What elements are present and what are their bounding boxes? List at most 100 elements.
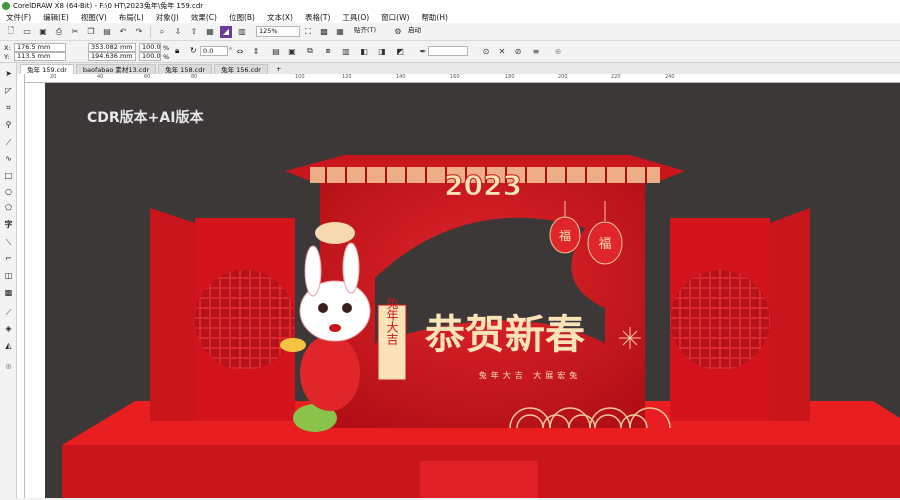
headline-text: 恭贺新春: [424, 312, 585, 358]
combine-icon[interactable]: ⧈: [322, 45, 334, 57]
parallel-dimension-tool-icon[interactable]: ⟍: [3, 237, 14, 248]
scale-width-field[interactable]: 100.0: [139, 43, 161, 52]
import-icon[interactable]: ⇩: [172, 26, 184, 38]
print-icon[interactable]: ⎙: [53, 26, 65, 38]
weld-icon[interactable]: ▥: [340, 45, 352, 57]
quick-customize-icon[interactable]: ≡: [530, 45, 542, 57]
menu-edit[interactable]: 编辑(E): [37, 12, 75, 23]
save-icon[interactable]: ▣: [37, 26, 49, 38]
ruler-tick: 180: [505, 74, 515, 80]
title-bar: CorelDRAW X8 (64-Bit) - F:\0 HT\2023兔年\兔…: [0, 0, 900, 11]
ruler-tick: 160: [450, 74, 460, 80]
menu-help[interactable]: 帮助(H): [415, 12, 454, 23]
version-label: CDR版本+AI版本: [87, 109, 204, 126]
freehand-tool-icon[interactable]: ⟋: [3, 137, 14, 148]
zoom-level-dropdown[interactable]: 125%: [256, 26, 300, 37]
window-title: CorelDRAW X8 (64-Bit) - F:\0 HT\2023兔年\兔…: [13, 1, 204, 10]
show-rulers-icon[interactable]: ▩: [318, 26, 330, 38]
export-icon[interactable]: ⇧: [188, 26, 200, 38]
pick-tool-icon[interactable]: ➤: [3, 68, 14, 79]
simplify-icon[interactable]: ◩: [394, 45, 406, 57]
lantern-right-char: 福: [598, 237, 611, 252]
drop-shadow-tool-icon[interactable]: ◫: [3, 270, 14, 281]
angle-unit: °: [229, 47, 232, 54]
interactive-fill-tool-icon[interactable]: ◈: [3, 323, 14, 334]
break-apart-icon[interactable]: ✕: [496, 45, 508, 57]
smart-fill-tool-icon[interactable]: ◭: [3, 340, 14, 351]
redo-icon[interactable]: ↷: [133, 26, 145, 38]
menu-file[interactable]: 文件(F): [0, 12, 37, 23]
menu-object[interactable]: 对象(J): [150, 12, 185, 23]
add-icon[interactable]: ⊕: [552, 45, 564, 57]
polygon-tool-icon[interactable]: ⬠: [3, 202, 14, 213]
ungroup-icon[interactable]: ⧉: [304, 45, 316, 57]
eyedropper-tool-icon[interactable]: ⟋: [3, 307, 14, 318]
outline-width-dropdown[interactable]: [428, 46, 468, 56]
undo-icon[interactable]: ↶: [117, 26, 129, 38]
tab-document-baofabao[interactable]: baofabao 素材13.cdr: [75, 64, 157, 74]
rectangle-tool-icon[interactable]: □: [3, 170, 14, 181]
snap-to-dropdown[interactable]: 贴齐(T): [352, 26, 390, 37]
mirror-horizontal-icon[interactable]: ⇔: [234, 45, 246, 57]
menu-bitmaps[interactable]: 位图(B): [223, 12, 261, 23]
application-launcher-icon[interactable]: ◢: [220, 25, 232, 38]
text-tool-icon[interactable]: 字: [3, 219, 14, 230]
tab-document-159[interactable]: 兔年 159.cdr: [20, 64, 74, 74]
connector-tool-icon[interactable]: ⌐: [3, 253, 14, 264]
y-label: Y:: [4, 53, 10, 61]
full-screen-icon[interactable]: ⛶: [302, 26, 314, 38]
mirror-vertical-icon[interactable]: ⇕: [250, 45, 262, 57]
copy-icon[interactable]: ❐: [85, 26, 97, 38]
ruler-tick: 20: [50, 74, 57, 80]
vertical-ruler: [17, 74, 25, 498]
group-icon[interactable]: ▣: [286, 45, 298, 57]
new-document-icon[interactable]: 🗋: [5, 26, 17, 38]
artwork-page[interactable]: 2023 福 福 兔年大吉 恭贺新春 兔年大吉 大展宏兔 CDR版本+AI版本: [45, 83, 900, 498]
welcome-screen-icon[interactable]: ▥: [236, 26, 248, 38]
cut-icon[interactable]: ✂: [69, 26, 81, 38]
y-position-field[interactable]: 113.5 mm: [14, 52, 66, 61]
toolbar-separator: [150, 25, 151, 38]
toolbox: ➤ ◸ ⌗ ⚲ ⟋ ∿ □ ○ ⬠ 字 ⟍ ⌐ ◫ ▩ ⟋ ◈ ◭ ⊕: [0, 63, 17, 498]
horizontal-ruler: 20 40 60 80 100 120 140 160 180 200 220 …: [25, 74, 900, 83]
add-tool-icon[interactable]: ⊕: [3, 361, 14, 372]
align-distribute-icon[interactable]: ▤: [270, 45, 282, 57]
x-position-field[interactable]: 176.5 mm: [14, 43, 66, 52]
tab-document-156[interactable]: 兔年 156.cdr: [214, 64, 268, 74]
menu-view[interactable]: 视图(V): [75, 12, 113, 23]
trim-icon[interactable]: ◧: [358, 45, 370, 57]
open-icon[interactable]: ▭: [21, 26, 33, 38]
right-flag: [770, 208, 810, 421]
menu-layout[interactable]: 布局(L): [113, 12, 150, 23]
create-boundary-icon[interactable]: ⊙: [480, 45, 492, 57]
shape-tool-icon[interactable]: ◸: [3, 85, 14, 96]
x-label: X:: [4, 44, 11, 52]
menu-text[interactable]: 文本(X): [261, 12, 299, 23]
export-pdf-icon[interactable]: ▦: [204, 26, 216, 38]
menu-tools[interactable]: 工具(O): [336, 12, 375, 23]
angle-field[interactable]: 0.0: [200, 46, 228, 56]
crop-tool-icon[interactable]: ⌗: [3, 102, 14, 113]
artistic-media-tool-icon[interactable]: ∿: [3, 153, 14, 164]
ellipse-tool-icon[interactable]: ○: [3, 186, 14, 197]
new-year-stage-artwork[interactable]: 2023 福 福 兔年大吉 恭贺新春 兔年大吉 大展宏兔 CDR版本+AI版本: [45, 83, 900, 498]
show-grid-icon[interactable]: ▦: [334, 26, 346, 38]
tab-add-new[interactable]: +: [270, 64, 287, 74]
paste-icon[interactable]: ▤: [101, 26, 113, 38]
convert-outline-icon[interactable]: ⊘: [512, 45, 524, 57]
options-gear-icon[interactable]: ⚙: [392, 26, 404, 38]
search-content-icon[interactable]: ⌕: [156, 26, 168, 38]
menu-table[interactable]: 表格(T): [299, 12, 336, 23]
lock-ratio-icon[interactable]: 🔒︎: [175, 46, 179, 56]
subtitle-text: 兔年大吉 大展宏兔: [479, 370, 582, 380]
launch-dropdown[interactable]: 启动: [406, 26, 442, 37]
menu-effects[interactable]: 效果(C): [185, 12, 223, 23]
height-field[interactable]: 194.636 mm: [88, 52, 136, 61]
intersect-icon[interactable]: ◨: [376, 45, 388, 57]
menu-window[interactable]: 窗口(W): [375, 12, 415, 23]
tab-document-158[interactable]: 兔年 158.cdr: [158, 64, 213, 74]
scale-height-field[interactable]: 100.0: [139, 52, 161, 61]
width-field[interactable]: 353.082 mm: [88, 43, 136, 52]
transparency-tool-icon[interactable]: ▩: [3, 287, 14, 298]
zoom-tool-icon[interactable]: ⚲: [3, 119, 14, 130]
